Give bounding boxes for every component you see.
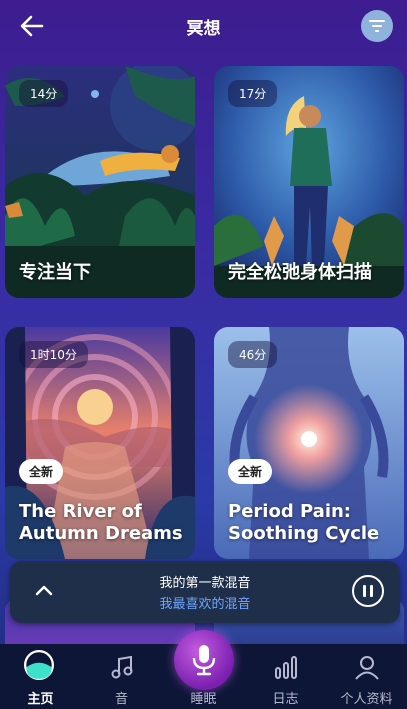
nav-label: 睡眠 [190,692,217,707]
card-title: The River of Autumn Dreams [19,501,183,544]
microphone-icon [192,645,216,676]
card-title: 专注当下 [19,262,91,283]
meditation-card[interactable]: 17分 完全松弛身体扫描 [214,66,404,298]
user-icon [355,656,379,680]
meditation-card[interactable]: 1时10分 全新 The River of Autumn Dreams [5,327,195,559]
microphone-button[interactable] [174,630,234,690]
duration-badge: 46分 [228,341,278,368]
player-title: 我的第一款混音 [159,576,251,591]
card-title: Period Pain: Soothing Cycle [228,501,380,544]
nav-label: 音 [114,692,128,707]
nav-item-profile[interactable]: 个人资料 [326,644,407,709]
meditation-card[interactable]: 46分 全新 Period Pain: Soothing Cycle [214,327,404,559]
filter-icon [369,20,385,32]
nav-label: 日志 [272,692,299,707]
nav-label: 主页 [27,692,54,707]
bar-chart-icon [275,656,297,679]
pause-button[interactable] [352,575,384,607]
duration-badge: 14分 [19,80,69,107]
meditation-card[interactable]: 14分 专注当下 [5,66,195,298]
home-icon [24,650,54,680]
nav-item-journal[interactable]: 日志 [245,644,326,709]
mini-player[interactable]: 我的第一款混音 我最喜欢的混音 [10,561,400,623]
new-badge: 全新 [19,459,64,484]
new-badge: 全新 [228,459,273,484]
header: 冥想 [0,0,407,52]
pause-icon [363,585,373,597]
duration-badge: 17分 [228,80,278,107]
nav-item-home[interactable]: 主页 [0,644,81,709]
filter-button[interactable] [361,10,393,42]
nav-item-sound[interactable]: 音 [81,644,162,709]
page-title: 冥想 [186,19,221,39]
music-note-icon [111,655,133,679]
nav-label: 个人资料 [340,692,393,707]
player-subtitle: 我最喜欢的混音 [159,597,251,612]
duration-badge: 1时10分 [19,341,88,368]
card-title: 完全松弛身体扫描 [228,262,372,283]
